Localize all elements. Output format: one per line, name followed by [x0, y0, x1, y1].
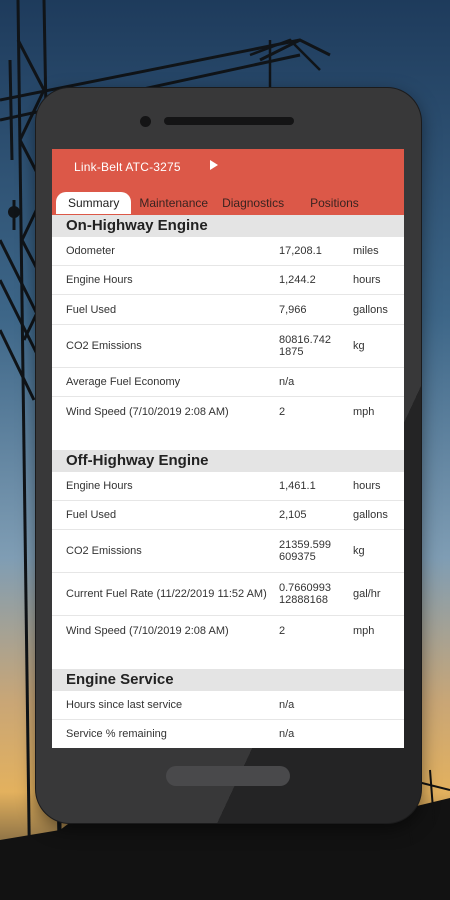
table-row: CO2 Emissions 80816.742 1875 kg — [52, 325, 404, 368]
phone-screen: Link-Belt ATC-3275 Summary Maintenance D… — [52, 149, 404, 748]
table-row: Odometer 17,208.1 miles — [52, 237, 404, 266]
row-value: 1,244.2 — [279, 274, 316, 286]
play-arrow-icon[interactable] — [210, 160, 218, 170]
row-unit: mph — [353, 405, 375, 418]
table-row: CO2 Emissions 21359.599 609375 kg — [52, 530, 404, 573]
row-unit: mph — [353, 624, 375, 637]
row-label: Wind Speed (7/10/2019 2:08 AM) — [66, 624, 229, 637]
tab-bar: Summary Maintenance Diagnostics Position… — [52, 191, 404, 215]
table-row: Wind Speed (7/10/2019 2:08 AM) 2 mph — [52, 397, 404, 426]
row-label: Engine Hours — [66, 274, 133, 286]
row-label: Hours since last service — [66, 699, 183, 711]
row-label: Fuel Used — [66, 509, 117, 521]
row-unit: gallons — [353, 509, 388, 521]
row-label: Wind Speed (7/10/2019 2:08 AM) — [66, 405, 229, 418]
table-row: Service % remaining n/a — [52, 720, 404, 748]
home-button[interactable] — [166, 766, 290, 786]
row-value: 1,461.1 — [279, 480, 316, 492]
row-value: 21359.599 609375 — [279, 539, 331, 563]
row-label: Service % remaining — [66, 728, 167, 740]
row-value: 0.7660993 12888168 — [279, 582, 331, 606]
section-title-off-highway: Off-Highway Engine — [52, 450, 404, 472]
row-label: CO2 Emissions — [66, 545, 142, 557]
row-unit: gal/hr — [353, 588, 381, 600]
row-value: n/a — [279, 376, 295, 388]
row-label: CO2 Emissions — [66, 340, 142, 352]
row-label: Average Fuel Economy — [66, 376, 181, 388]
table-row: Hours since last service n/a — [52, 691, 404, 720]
row-unit: hours — [353, 480, 381, 492]
row-value: n/a — [279, 728, 295, 740]
table-row: Fuel Used 7,966 gallons — [52, 295, 404, 325]
row-label: Fuel Used — [66, 303, 117, 316]
table-row: Fuel Used 2,105 gallons — [52, 501, 404, 530]
table-row: Average Fuel Economy n/a — [52, 368, 404, 397]
row-value: 80816.742 1875 — [279, 334, 331, 358]
table-row: Engine Hours 1,244.2 hours — [52, 266, 404, 295]
tab-summary[interactable]: Summary — [56, 192, 132, 214]
earpiece-speaker — [164, 117, 294, 125]
row-label: Odometer — [66, 245, 115, 257]
tab-positions[interactable]: Positions — [310, 192, 359, 214]
row-value: n/a — [279, 699, 295, 711]
row-value: 7,966 — [279, 303, 307, 316]
row-value: 17,208.1 — [279, 245, 322, 257]
app-header: Link-Belt ATC-3275 Summary Maintenance D… — [52, 149, 404, 215]
table-row: Current Fuel Rate (11/22/2019 11:52 AM) … — [52, 573, 404, 616]
section-title-engine-service: Engine Service — [52, 669, 404, 691]
section-title-on-highway: On-Highway Engine — [52, 215, 404, 237]
asset-title[interactable]: Link-Belt ATC-3275 — [74, 160, 181, 174]
row-unit: kg — [353, 545, 365, 557]
tab-maintenance[interactable]: Maintenance — [139, 192, 208, 214]
row-label: Current Fuel Rate (11/22/2019 11:52 AM) — [66, 588, 267, 600]
row-value: 2 — [279, 624, 286, 637]
row-value: 2 — [279, 405, 286, 418]
row-value: 2,105 — [279, 509, 307, 521]
front-camera — [140, 116, 151, 127]
row-unit: gallons — [353, 303, 388, 316]
row-unit: miles — [353, 245, 379, 257]
row-unit: hours — [353, 274, 381, 286]
tab-diagnostics[interactable]: Diagnostics — [222, 192, 284, 214]
table-row: Wind Speed (7/10/2019 2:08 AM) 2 mph — [52, 616, 404, 645]
table-row: Engine Hours 1,461.1 hours — [52, 472, 404, 501]
row-label: Engine Hours — [66, 480, 133, 492]
row-unit: kg — [353, 340, 365, 352]
